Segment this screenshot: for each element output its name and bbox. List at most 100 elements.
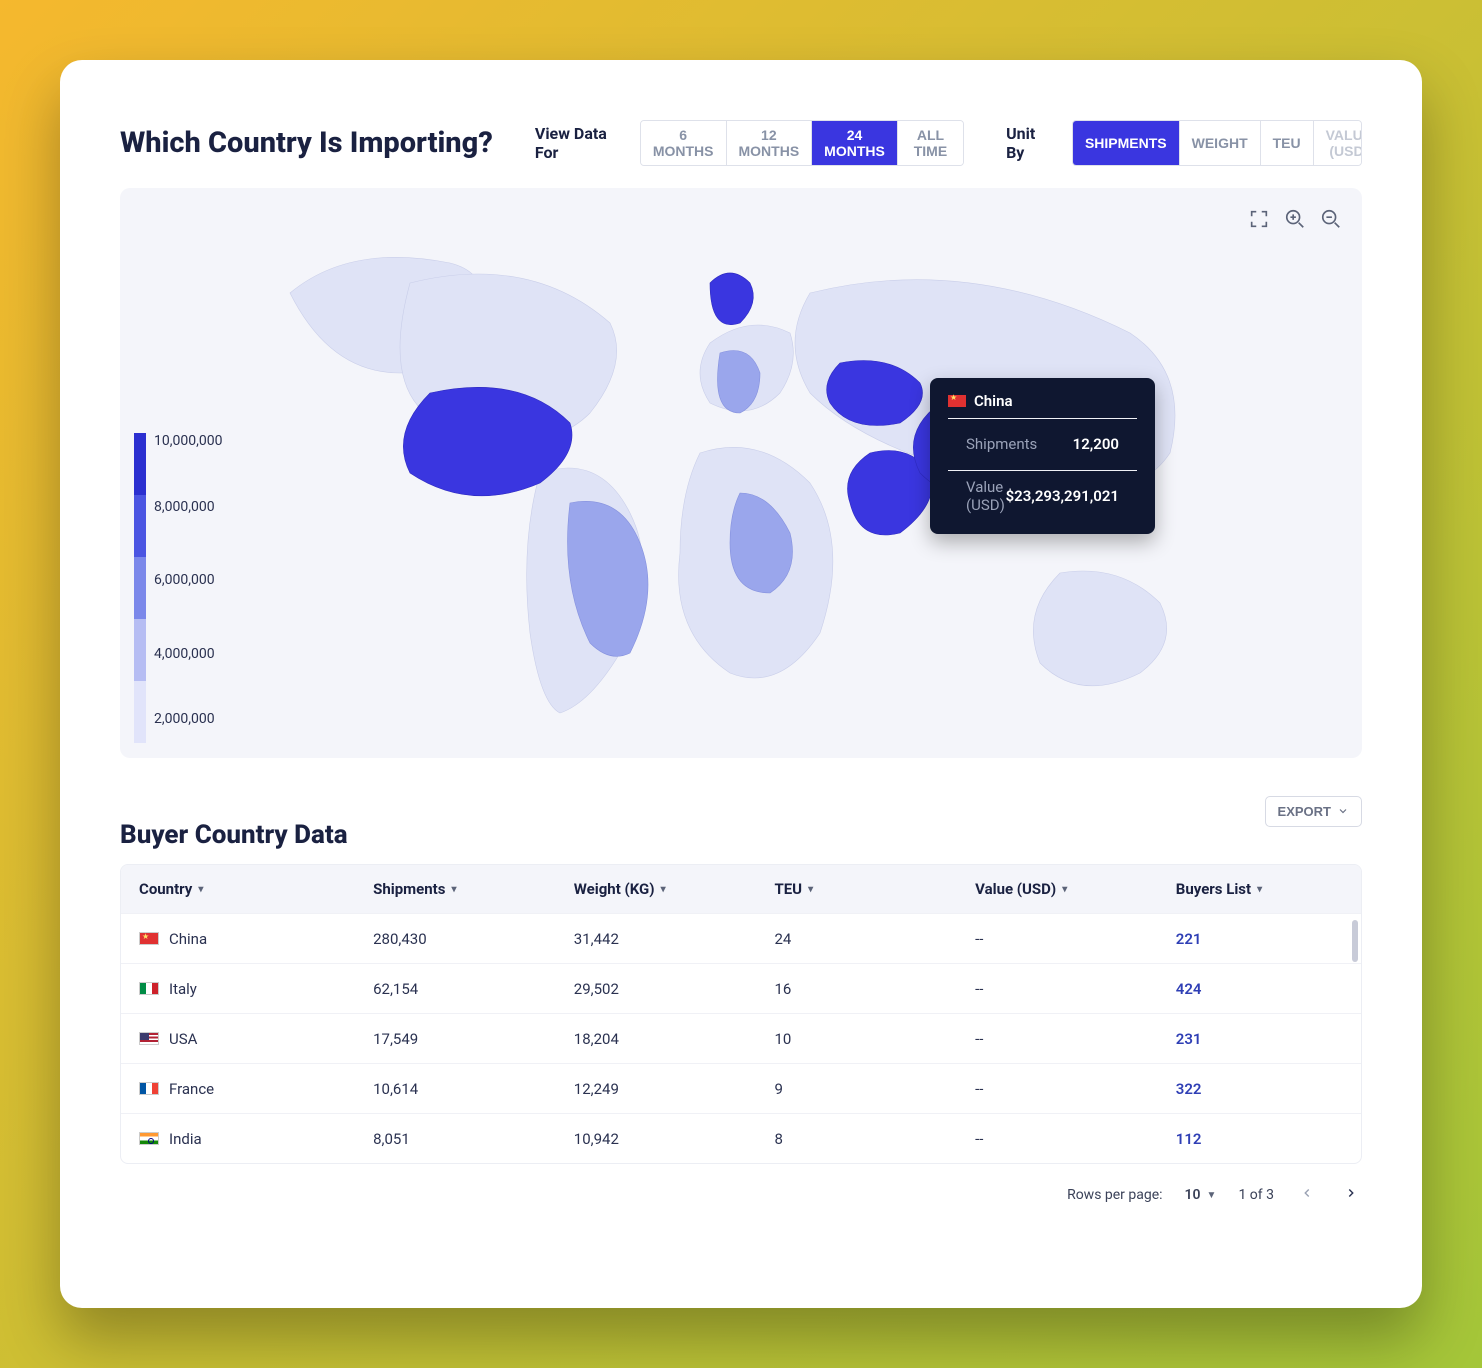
flag-icon: [139, 1032, 159, 1045]
legend-tick: 8,000,000: [154, 499, 222, 515]
sort-caret-icon: ▾: [198, 884, 203, 895]
tooltip-value-label: Value (USD): [966, 478, 1006, 514]
cell-country: Italy: [169, 980, 197, 998]
cell-shipments: 280,430: [373, 930, 574, 948]
table-title: Buyer Country Data: [120, 820, 348, 850]
fullscreen-icon[interactable]: [1248, 208, 1270, 230]
sort-caret-icon: ▾: [1257, 884, 1262, 895]
rows-per-page-label: Rows per page:: [1067, 1187, 1162, 1203]
zoom-in-icon[interactable]: [1284, 208, 1306, 230]
table-row: USA 17,54918,20410--231: [121, 1013, 1361, 1063]
map-controls: [1248, 208, 1342, 230]
tooltip-country: China: [974, 392, 1013, 410]
cell-teu: 8: [774, 1130, 975, 1148]
cell-value: --: [975, 1030, 1176, 1048]
chevron-left-icon: [1300, 1186, 1314, 1200]
cell-weight: 18,204: [574, 1030, 775, 1048]
prev-page-button[interactable]: [1296, 1182, 1318, 1208]
map-tooltip: China Shipments 12,200 Value (USD) $23,2…: [930, 378, 1155, 534]
buyers-link[interactable]: 424: [1176, 980, 1343, 998]
cell-value: --: [975, 930, 1176, 948]
rows-per-page-value: 10: [1185, 1187, 1201, 1203]
column-header-teu[interactable]: TEU▾: [774, 880, 975, 898]
cell-shipments: 17,549: [373, 1030, 574, 1048]
map-legend: 10,000,000 8,000,000 6,000,000 4,000,000 2,0…: [134, 433, 222, 743]
tooltip-shipments-value: 12,200: [1073, 435, 1119, 453]
cell-country: France: [169, 1080, 214, 1098]
cell-country: USA: [169, 1030, 197, 1048]
cell-teu: 9: [774, 1080, 975, 1098]
legend-tick: 10,000,000: [154, 433, 222, 449]
unit-by-segmented: SHIPMENTSWEIGHTTEUVALUE (USD): [1072, 120, 1362, 166]
table-row: France 10,61412,2499--322: [121, 1063, 1361, 1113]
cell-weight: 12,249: [574, 1080, 775, 1098]
chevron-right-icon: [1344, 1186, 1358, 1200]
cell-weight: 31,442: [574, 930, 775, 948]
zoom-out-icon[interactable]: [1320, 208, 1342, 230]
time-option-all-time[interactable]: ALL TIME: [898, 121, 963, 165]
legend-tick: 2,000,000: [154, 711, 222, 727]
buyers-link[interactable]: 322: [1176, 1080, 1343, 1098]
tooltip-shipments-label: Shipments: [966, 435, 1037, 453]
cell-weight: 10,942: [574, 1130, 775, 1148]
cell-teu: 10: [774, 1030, 975, 1048]
flag-icon: [139, 1132, 159, 1145]
pagination: Rows per page: 10 ▼ 1 of 3: [120, 1182, 1362, 1208]
caret-down-icon: ▼: [1207, 1190, 1217, 1201]
rows-per-page-select[interactable]: 10 ▼: [1185, 1187, 1217, 1203]
flag-icon: [948, 395, 966, 407]
tooltip-value-value: $23,293,291,021: [1006, 487, 1119, 505]
buyers-link[interactable]: 221: [1176, 930, 1343, 948]
time-option-6-months[interactable]: 6 MONTHS: [641, 121, 727, 165]
export-button[interactable]: EXPORT: [1265, 796, 1362, 827]
buyers-link[interactable]: 112: [1176, 1130, 1343, 1148]
cell-teu: 16: [774, 980, 975, 998]
legend-tick: 6,000,000: [154, 572, 222, 588]
unit-option-shipments[interactable]: SHIPMENTS: [1073, 121, 1180, 165]
table-scrollbar[interactable]: [1352, 920, 1358, 962]
sort-caret-icon: ▾: [1062, 884, 1067, 895]
buyer-country-table: Country▾Shipments▾Weight (KG)▾TEU▾Value …: [120, 864, 1362, 1164]
page-indicator: 1 of 3: [1238, 1187, 1274, 1203]
time-option-12-months[interactable]: 12 MONTHS: [727, 121, 813, 165]
unit-option-teu[interactable]: TEU: [1261, 121, 1314, 165]
buyers-link[interactable]: 231: [1176, 1030, 1343, 1048]
unit-option-value-usd-[interactable]: VALUE (USD): [1314, 121, 1362, 165]
dashboard-card: Which Country Is Importing? View Data Fo…: [60, 60, 1422, 1308]
cell-shipments: 8,051: [373, 1130, 574, 1148]
flag-icon: [139, 1082, 159, 1095]
map-panel: 10,000,000 8,000,000 6,000,000 4,000,000 2,0…: [120, 188, 1362, 758]
cell-value: --: [975, 1080, 1176, 1098]
legend-tick: 4,000,000: [154, 646, 222, 662]
column-header-shipments[interactable]: Shipments▾: [373, 880, 574, 898]
cell-weight: 29,502: [574, 980, 775, 998]
flag-icon: [139, 982, 159, 995]
cell-teu: 24: [774, 930, 975, 948]
column-header-buyers-list[interactable]: Buyers List▾: [1176, 880, 1343, 898]
time-range-segmented: 6 MONTHS12 MONTHS24 MONTHSALL TIME: [640, 120, 964, 166]
export-label: EXPORT: [1278, 804, 1331, 819]
table-header: Country▾Shipments▾Weight (KG)▾TEU▾Value …: [121, 865, 1361, 913]
unit-by-label: Unit By: [1006, 124, 1048, 162]
sort-caret-icon: ▾: [808, 884, 813, 895]
page-title: Which Country Is Importing?: [120, 126, 493, 160]
time-option-24-months[interactable]: 24 MONTHS: [812, 121, 898, 165]
cell-shipments: 62,154: [373, 980, 574, 998]
cell-value: --: [975, 980, 1176, 998]
header-row: Which Country Is Importing? View Data Fo…: [120, 120, 1362, 166]
view-data-for-label: View Data For: [535, 124, 616, 162]
column-header-value-usd-[interactable]: Value (USD)▾: [975, 880, 1176, 898]
cell-value: --: [975, 1130, 1176, 1148]
chevron-down-icon: [1337, 805, 1349, 817]
cell-shipments: 10,614: [373, 1080, 574, 1098]
unit-option-weight[interactable]: WEIGHT: [1180, 121, 1261, 165]
table-row: India 8,05110,9428--112: [121, 1113, 1361, 1163]
column-header-weight-kg-[interactable]: Weight (KG)▾: [574, 880, 775, 898]
table-row: Italy 62,15429,50216--424: [121, 963, 1361, 1013]
flag-icon: [139, 932, 159, 945]
next-page-button[interactable]: [1340, 1182, 1362, 1208]
sort-caret-icon: ▾: [451, 884, 456, 895]
cell-country: China: [169, 930, 207, 948]
cell-country: India: [169, 1130, 202, 1148]
column-header-country[interactable]: Country▾: [139, 880, 373, 898]
